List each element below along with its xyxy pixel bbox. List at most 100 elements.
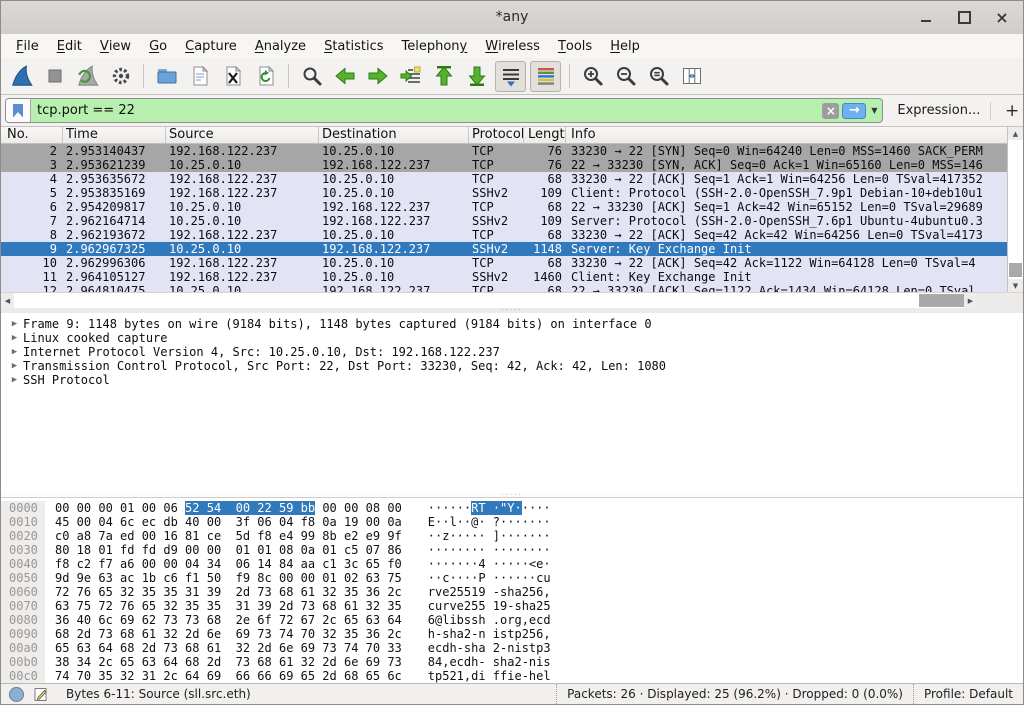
zoom-out-button[interactable] — [611, 62, 640, 91]
hex-row[interactable]: 00c074 70 35 32 31 2c 64 69 66 66 69 65 … — [1, 669, 1023, 683]
packet-row[interactable]: 62.95420981710.25.0.10192.168.122.237TCP… — [1, 200, 1007, 214]
previous-packet-button[interactable] — [330, 62, 359, 91]
packet-row[interactable]: 42.953635672192.168.122.23710.25.0.10TCP… — [1, 172, 1007, 186]
detail-row[interactable]: ▶Internet Protocol Version 4, Src: 10.25… — [1, 345, 1023, 359]
cell-dst: 192.168.122.237 — [319, 284, 469, 292]
hex-row[interactable]: 00509d 9e 63 ac 1b c6 f1 50 f9 8c 00 00 … — [1, 571, 1023, 585]
column-header-time[interactable]: Time — [63, 127, 166, 143]
hex-row[interactable]: 000000 00 00 01 00 06 52 54 00 22 59 bb … — [1, 501, 1023, 515]
expander-icon[interactable]: ▶ — [6, 333, 23, 343]
first-packet-button[interactable] — [429, 62, 458, 91]
menu-telephony[interactable]: Telephony — [393, 34, 477, 58]
close-file-button[interactable] — [218, 62, 247, 91]
expression-button[interactable]: Expression... — [897, 103, 980, 118]
status-profile[interactable]: Profile: Default — [913, 684, 1023, 704]
detail-row[interactable]: ▶Frame 9: 1148 bytes on wire (9184 bits)… — [1, 317, 1023, 331]
zoom-reset-button[interactable] — [644, 62, 673, 91]
hscroll-thumb[interactable] — [919, 294, 964, 307]
packet-list-hscrollbar[interactable]: ◀ ▶ — [1, 292, 977, 308]
close-button[interactable]: × — [995, 11, 1009, 25]
hex-row[interactable]: 0040f8 c2 f7 a6 00 00 04 34 06 14 84 aa … — [1, 557, 1023, 571]
cell-no: 9 — [1, 242, 63, 256]
capture-options-button[interactable] — [106, 62, 135, 91]
start-capture-button[interactable] — [7, 62, 36, 91]
packet-row[interactable]: 92.96296732510.25.0.10192.168.122.237SSH… — [1, 242, 1007, 256]
hex-row[interactable]: 00a065 63 64 68 2d 73 68 61 32 2d 6e 69 … — [1, 641, 1023, 655]
packet-row[interactable]: 72.96216471410.25.0.10192.168.122.237SSH… — [1, 214, 1007, 228]
go-to-packet-button[interactable] — [396, 62, 425, 91]
cell-dst: 10.25.0.10 — [319, 144, 469, 158]
find-packet-button[interactable] — [297, 62, 326, 91]
add-filter-button[interactable]: + — [1001, 101, 1023, 121]
packet-row[interactable]: 52.953835169192.168.122.23710.25.0.10SSH… — [1, 186, 1007, 200]
scroll-left-arrow[interactable]: ◀ — [1, 293, 14, 308]
packet-row[interactable]: 82.962193672192.168.122.23710.25.0.10TCP… — [1, 228, 1007, 242]
menu-view[interactable]: View — [91, 34, 140, 58]
expander-icon[interactable]: ▶ — [6, 361, 23, 371]
display-filter-input[interactable] — [31, 99, 822, 122]
detail-row[interactable]: ▶SSH Protocol — [1, 373, 1023, 387]
next-packet-button[interactable] — [363, 62, 392, 91]
filter-history-dropdown[interactable]: ▼ — [866, 106, 882, 115]
stop-capture-button[interactable] — [40, 62, 69, 91]
hex-ascii: ·······4 ·····<e· — [428, 557, 551, 571]
menu-wireless[interactable]: Wireless — [476, 34, 549, 58]
hex-ascii: 84,ecdh- sha2-nis — [428, 655, 551, 669]
filter-clear-button[interactable]: × — [822, 103, 839, 119]
save-file-button[interactable] — [185, 62, 214, 91]
restart-capture-button[interactable] — [73, 62, 102, 91]
expander-icon[interactable]: ▶ — [6, 319, 23, 329]
packet-row[interactable]: 22.953140437192.168.122.23710.25.0.10TCP… — [1, 144, 1007, 158]
open-file-button[interactable] — [152, 62, 181, 91]
capture-comment-button[interactable] — [34, 687, 48, 702]
hex-row[interactable]: 0020c0 a8 7a ed 00 16 81 ce 5d f8 e4 99 … — [1, 529, 1023, 543]
menu-tools[interactable]: Tools — [549, 34, 601, 58]
column-header-length[interactable]: Length — [524, 127, 566, 143]
vscroll-thumb[interactable] — [1009, 263, 1022, 277]
scroll-up-arrow[interactable]: ▲ — [1008, 127, 1023, 140]
column-header-protocol[interactable]: Protocol — [469, 127, 524, 143]
colorize-button[interactable] — [530, 61, 561, 92]
packet-list-vscrollbar[interactable]: ▲ ▼ — [1007, 127, 1023, 292]
menu-analyze[interactable]: Analyze — [246, 34, 315, 58]
status-field-info: Bytes 6-11: Source (sll.src.eth) — [66, 687, 251, 701]
filter-apply-button[interactable]: → — [842, 103, 866, 119]
menu-capture[interactable]: Capture — [176, 34, 246, 58]
reload-file-button[interactable] — [251, 62, 280, 91]
zoom-in-button[interactable] — [578, 62, 607, 91]
column-header-destination[interactable]: Destination — [319, 127, 469, 143]
menu-file[interactable]: File — [7, 34, 48, 58]
menu-help[interactable]: Help — [601, 34, 649, 58]
expander-icon[interactable]: ▶ — [6, 347, 23, 357]
column-header-info[interactable]: Info — [566, 127, 1007, 143]
column-header-no[interactable]: No. — [1, 127, 63, 143]
packet-row[interactable]: 122.96481047510.25.0.10192.168.122.237TC… — [1, 284, 1007, 292]
hex-row[interactable]: 008036 40 6c 69 62 73 73 68 2e 6f 72 67 … — [1, 613, 1023, 627]
expert-info-icon[interactable] — [9, 687, 24, 702]
minimize-button[interactable] — [919, 11, 933, 25]
column-header-source[interactable]: Source — [166, 127, 319, 143]
maximize-button[interactable] — [957, 11, 971, 25]
packet-row[interactable]: 32.95362123910.25.0.10192.168.122.237TCP… — [1, 158, 1007, 172]
filter-bookmark-button[interactable] — [6, 99, 31, 122]
scroll-right-arrow[interactable]: ▶ — [964, 293, 977, 308]
hex-row[interactable]: 006072 76 65 32 35 35 31 39 2d 73 68 61 … — [1, 585, 1023, 599]
resize-columns-button[interactable] — [677, 62, 706, 91]
detail-row[interactable]: ▶Linux cooked capture — [1, 331, 1023, 345]
hex-row[interactable]: 003080 18 01 fd fd d9 00 00 01 01 08 0a … — [1, 543, 1023, 557]
menu-edit[interactable]: Edit — [48, 34, 91, 58]
scroll-down-arrow[interactable]: ▼ — [1008, 279, 1023, 292]
packet-row[interactable]: 102.962996306192.168.122.23710.25.0.10TC… — [1, 256, 1007, 270]
hex-row[interactable]: 007063 75 72 76 65 32 35 35 31 39 2d 73 … — [1, 599, 1023, 613]
menu-statistics[interactable]: Statistics — [315, 34, 392, 58]
apply-arrow-icon: → — [849, 104, 860, 117]
hex-row[interactable]: 001045 00 04 6c ec db 40 00 3f 06 04 f8 … — [1, 515, 1023, 529]
menu-go[interactable]: Go — [140, 34, 176, 58]
last-packet-button[interactable] — [462, 62, 491, 91]
auto-scroll-button[interactable] — [495, 61, 526, 92]
expander-icon[interactable]: ▶ — [6, 375, 23, 385]
hex-row[interactable]: 00b038 34 2c 65 63 64 68 2d 73 68 61 32 … — [1, 655, 1023, 669]
hex-row[interactable]: 009068 2d 73 68 61 32 2d 6e 69 73 74 70 … — [1, 627, 1023, 641]
packet-row[interactable]: 112.964105127192.168.122.23710.25.0.10SS… — [1, 270, 1007, 284]
detail-row[interactable]: ▶Transmission Control Protocol, Src Port… — [1, 359, 1023, 373]
